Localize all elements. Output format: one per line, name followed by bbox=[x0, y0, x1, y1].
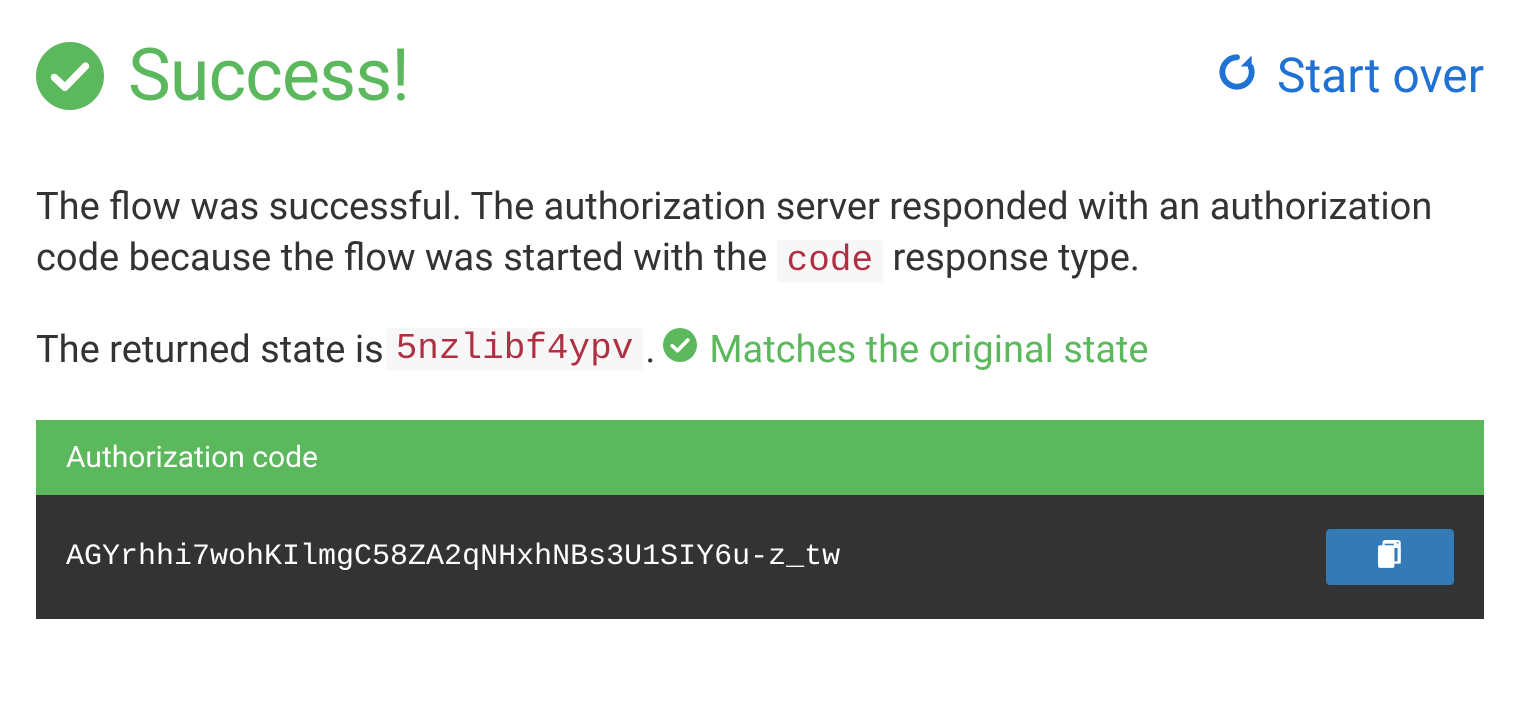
state-match-label: Matches the original state bbox=[663, 328, 1148, 372]
auth-code-panel: Authorization code AGYrhhi7wohKIlmgC58ZA… bbox=[36, 420, 1484, 619]
copy-button[interactable] bbox=[1326, 529, 1454, 585]
page-container: Success! Start over The flow was success… bbox=[0, 0, 1520, 619]
refresh-icon bbox=[1215, 50, 1259, 102]
check-circle-icon bbox=[663, 328, 697, 372]
copy-icon bbox=[1377, 540, 1403, 573]
code-token: code bbox=[777, 240, 883, 283]
description-suffix: response type. bbox=[893, 236, 1140, 280]
success-title: Success! bbox=[36, 40, 409, 112]
description-paragraph: The flow was successful. The authorizati… bbox=[36, 182, 1484, 286]
auth-code-body: AGYrhhi7wohKIlmgC58ZA2qNHxhNBs3U1SIY6u-z… bbox=[36, 495, 1484, 619]
start-over-link[interactable]: Start over bbox=[1215, 50, 1484, 102]
description-prefix: The flow was successful. The authorizati… bbox=[36, 185, 1432, 280]
state-period: . bbox=[645, 328, 655, 372]
state-value: 5nzlibf4ypv bbox=[386, 328, 644, 371]
auth-code-value: AGYrhhi7wohKIlmgC58ZA2qNHxhNBs3U1SIY6u-z… bbox=[66, 540, 840, 574]
state-match-text: Matches the original state bbox=[709, 328, 1148, 372]
page-title: Success! bbox=[128, 40, 409, 112]
state-line: The returned state is 5nzlibf4ypv . Matc… bbox=[36, 328, 1484, 372]
state-prefix: The returned state is bbox=[36, 328, 384, 372]
auth-code-header: Authorization code bbox=[36, 420, 1484, 495]
check-circle-icon bbox=[36, 42, 104, 110]
header-row: Success! Start over bbox=[36, 40, 1484, 112]
start-over-label: Start over bbox=[1277, 52, 1484, 100]
